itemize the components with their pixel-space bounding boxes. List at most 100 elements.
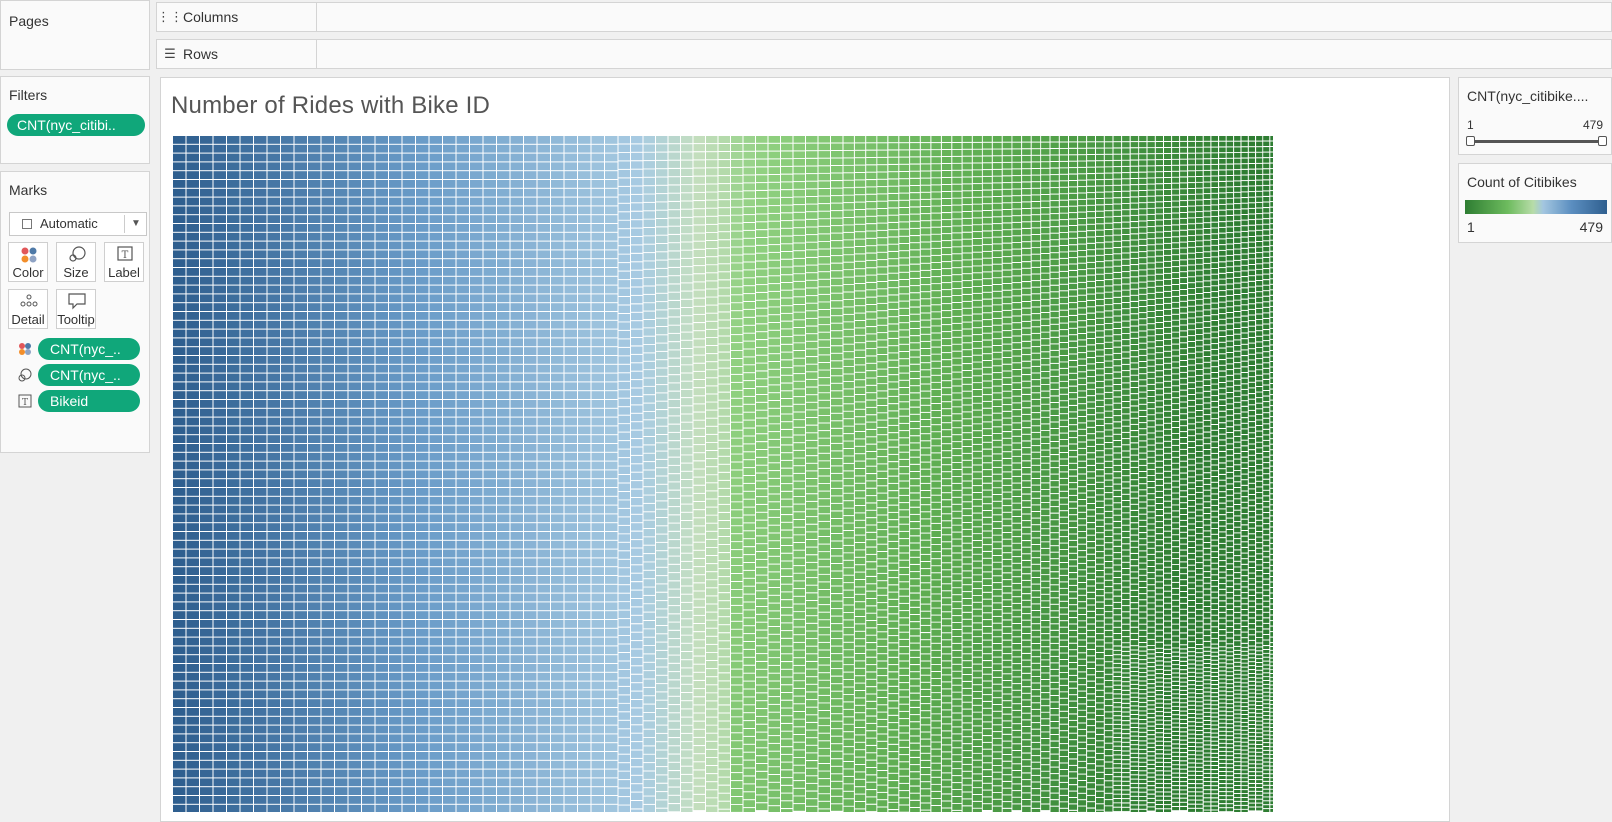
- treemap-tile[interactable]: [483, 250, 497, 259]
- treemap-tile[interactable]: [497, 373, 510, 382]
- treemap-tile[interactable]: [524, 285, 537, 294]
- treemap-tile[interactable]: [537, 250, 551, 259]
- treemap-tile[interactable]: [348, 188, 362, 197]
- treemap-tile[interactable]: [681, 652, 693, 660]
- treemap-tile[interactable]: [321, 620, 335, 628]
- treemap-tile[interactable]: [656, 792, 668, 800]
- treemap-tile[interactable]: [321, 488, 335, 496]
- treemap-tile[interactable]: [899, 452, 910, 459]
- treemap-tile[interactable]: [768, 712, 781, 720]
- treemap-tile[interactable]: [854, 728, 866, 735]
- treemap-tile[interactable]: [308, 752, 321, 760]
- treemap-tile[interactable]: [254, 593, 267, 602]
- treemap-tile[interactable]: [173, 655, 186, 663]
- treemap-tile[interactable]: [618, 339, 631, 347]
- treemap-tile[interactable]: [389, 338, 402, 347]
- treemap-tile[interactable]: [877, 391, 888, 398]
- treemap-tile[interactable]: [806, 303, 818, 311]
- treemap-tile[interactable]: [743, 199, 756, 207]
- treemap-tile[interactable]: [806, 562, 818, 570]
- treemap-tile[interactable]: [941, 255, 952, 262]
- treemap-tile[interactable]: [781, 754, 793, 762]
- treemap-tile[interactable]: [254, 514, 267, 523]
- treemap-tile[interactable]: [643, 545, 656, 554]
- treemap-tile[interactable]: [470, 329, 483, 338]
- treemap-tile[interactable]: [693, 705, 706, 713]
- treemap-tile[interactable]: [718, 200, 731, 208]
- treemap-tile[interactable]: [227, 664, 240, 672]
- treemap-tile[interactable]: [173, 197, 186, 206]
- treemap-tile[interactable]: [818, 438, 831, 446]
- treemap-tile[interactable]: [483, 549, 497, 558]
- treemap-tile[interactable]: [931, 333, 941, 340]
- treemap-tile[interactable]: [308, 584, 321, 593]
- treemap-tile[interactable]: [416, 232, 429, 241]
- treemap-tile[interactable]: [831, 166, 843, 173]
- treemap-tile[interactable]: [693, 583, 706, 591]
- treemap-tile[interactable]: [227, 602, 240, 611]
- treemap-tile[interactable]: [510, 752, 524, 760]
- treemap-tile[interactable]: [186, 461, 200, 470]
- treemap-tile[interactable]: [899, 776, 910, 783]
- treemap-tile[interactable]: [818, 347, 831, 355]
- treemap-tile[interactable]: [843, 240, 854, 247]
- treemap-tile[interactable]: [416, 224, 429, 232]
- treemap-tile[interactable]: [931, 347, 941, 354]
- treemap-tile[interactable]: [806, 235, 818, 242]
- treemap-tile[interactable]: [267, 197, 281, 206]
- treemap-tile[interactable]: [618, 398, 631, 407]
- treemap-tile[interactable]: [402, 224, 416, 232]
- treemap-tile[interactable]: [854, 335, 866, 343]
- treemap-tile[interactable]: [618, 407, 631, 415]
- treemap-tile[interactable]: [443, 329, 456, 338]
- treemap-tile[interactable]: [888, 469, 899, 476]
- treemap-tile[interactable]: [806, 334, 818, 341]
- treemap-tile[interactable]: [910, 522, 920, 529]
- treemap-tile[interactable]: [681, 537, 693, 545]
- treemap-tile[interactable]: [335, 215, 348, 223]
- treemap-tile[interactable]: [294, 505, 308, 514]
- treemap-tile[interactable]: [743, 302, 756, 309]
- treemap-tile[interactable]: [591, 796, 605, 804]
- treemap-tile[interactable]: [631, 447, 643, 455]
- treemap-tile[interactable]: [668, 259, 681, 267]
- treemap-tile[interactable]: [793, 527, 806, 535]
- treemap-tile[interactable]: [756, 685, 768, 693]
- treemap-tile[interactable]: [524, 356, 537, 364]
- treemap-tile[interactable]: [877, 413, 888, 420]
- treemap-tile[interactable]: [227, 329, 240, 338]
- treemap-tile[interactable]: [402, 505, 416, 514]
- treemap-tile[interactable]: [768, 346, 781, 354]
- treemap-tile[interactable]: [564, 162, 578, 171]
- treemap-tile[interactable]: [254, 769, 267, 778]
- treemap-tile[interactable]: [470, 681, 483, 690]
- treemap-tile[interactable]: [843, 806, 854, 812]
- treemap-tile[interactable]: [866, 150, 877, 157]
- treemap-tile[interactable]: [429, 241, 443, 250]
- treemap-tile[interactable]: [706, 782, 718, 790]
- treemap-tile[interactable]: [706, 644, 718, 652]
- treemap-tile[interactable]: [693, 412, 706, 420]
- treemap-tile[interactable]: [173, 620, 186, 628]
- treemap-tile[interactable]: [375, 285, 389, 294]
- treemap-tile[interactable]: [643, 228, 656, 236]
- treemap-tile[interactable]: [643, 721, 656, 729]
- treemap-tile[interactable]: [888, 353, 899, 360]
- treemap-tile[interactable]: [718, 472, 731, 480]
- treemap-tile[interactable]: [470, 549, 483, 558]
- treemap-tile[interactable]: [818, 764, 831, 771]
- treemap-tile[interactable]: [643, 445, 656, 453]
- treemap-tile[interactable]: [693, 274, 706, 282]
- treemap-tile[interactable]: [578, 250, 591, 259]
- treemap-tile[interactable]: [681, 668, 693, 676]
- treemap-tile[interactable]: [888, 773, 899, 780]
- treemap-tile[interactable]: [718, 456, 731, 464]
- treemap-tile[interactable]: [877, 267, 888, 274]
- treemap-tile[interactable]: [843, 359, 854, 367]
- treemap-tile[interactable]: [910, 143, 920, 150]
- treemap-tile[interactable]: [931, 206, 941, 213]
- treemap-tile[interactable]: [693, 363, 706, 371]
- treemap-tile[interactable]: [793, 520, 806, 527]
- treemap-tile[interactable]: [497, 584, 510, 593]
- treemap-tile[interactable]: [818, 711, 831, 718]
